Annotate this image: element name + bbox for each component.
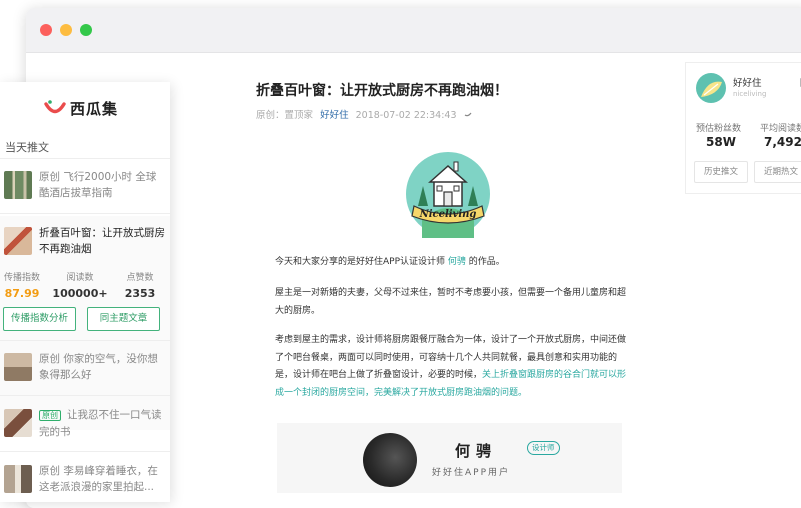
p1-text-after: 的作品。 — [468, 257, 505, 267]
niceliving-logo: Niceliving — [404, 150, 492, 238]
feed-item[interactable]: 原创 李易峰穿着睡衣，在这老派浪漫的家里拍起... — [0, 454, 170, 502]
feed-item[interactable]: 原创 让我忍不住一口气读完的书 — [0, 398, 170, 448]
article-title: 折叠百叶窗：让开放式厨房不再跑油烟！ — [256, 83, 508, 99]
history-posts-button[interactable]: 历史推文 — [694, 161, 748, 183]
feed-item-title: 原创 让我忍不住一口气读完的书 — [39, 407, 165, 440]
feed-thumbnail — [4, 227, 32, 255]
article-paragraph-3: 考虑到屋主的需求，设计师将厨房跟餐厅融合为一体，设计了一个开放式厨房，中间还做了… — [275, 332, 630, 402]
feed-item-title: 原创 李易峰穿着睡衣，在这老派浪漫的家里拍起... — [39, 465, 158, 493]
same-topic-button[interactable]: 同主题文章 — [87, 307, 160, 331]
feed-item-active[interactable]: 折叠百叶窗：让开放式厨房不再跑油烟 — [0, 216, 170, 266]
feed-item-title: 折叠百叶窗：让开放式厨房不再跑油烟 — [39, 227, 165, 255]
spread-stats: 传播指数 87.99 阅读数 100000+ 点赞数 2353 — [0, 270, 170, 312]
spread-index-stat: 传播指数 87.99 — [0, 270, 50, 300]
article-author-link[interactable]: 好好住 — [320, 110, 349, 121]
divider — [0, 158, 170, 159]
designer-name: 何骋 — [455, 442, 498, 460]
section-title: 当天推文 — [5, 141, 49, 154]
avg-read-value: 7,492 — [764, 135, 801, 149]
like-count-stat: 点赞数 2353 — [112, 270, 168, 300]
account-handle: niceliving — [733, 90, 767, 98]
xiguaji-logo[interactable]: 西瓜集 — [44, 96, 118, 120]
designer-avatar — [363, 433, 417, 487]
like-count-label: 点赞数 — [126, 273, 154, 283]
account-panel: 好好住 niceliving 日 预估粉丝数 58W 平均阅读数 7,492 历… — [685, 62, 801, 194]
feed-item[interactable]: 原创 你家的空气，没你想象得那么好 — [0, 342, 170, 392]
p1-text: 今天和大家分享的是好好住APP认证设计师 — [275, 257, 446, 267]
feed-thumbnail — [4, 465, 32, 493]
account-name: 好好住 — [733, 78, 762, 89]
meta-label: 置顶家 — [284, 110, 314, 121]
avg-read-label: 平均阅读数 — [760, 124, 801, 134]
fans-value: 58W — [706, 135, 736, 149]
feed-thumbnail — [4, 409, 32, 437]
article-paragraph-2: 屋主是一对新婚的夫妻，父母不过来住，暂时不考虑要小孩，但需要一个备用儿童房和超大… — [275, 288, 627, 316]
designer-link[interactable]: 何骋 — [448, 257, 466, 267]
fans-label: 预估粉丝数 — [696, 124, 742, 134]
minimize-window-button[interactable] — [60, 24, 72, 36]
watermelon-logo-icon — [44, 100, 66, 114]
read-count-value: 100000+ — [52, 287, 108, 300]
window-titlebar — [26, 8, 801, 53]
spread-index-value: 87.99 — [4, 287, 40, 300]
divider — [0, 213, 170, 214]
close-window-button[interactable] — [40, 24, 52, 36]
share-icon[interactable] — [464, 110, 472, 121]
feed-thumbnail — [4, 353, 32, 381]
divider — [0, 451, 170, 452]
designer-card[interactable]: 何骋 设计师 好好住APP用户 — [277, 423, 622, 493]
article-paragraph-1: 今天和大家分享的是好好住APP认证设计师 何骋 的作品。 — [275, 254, 630, 272]
logo-wordmark: Niceliving — [419, 209, 477, 220]
feed-item[interactable]: 原创 飞行2000小时 全球酷酒店拔草指南 — [0, 160, 170, 210]
feed-thumbnail — [4, 171, 32, 199]
article-date: 2018-07-02 22:34:43 — [355, 110, 457, 121]
read-count-label: 阅读数 — [66, 273, 94, 283]
sidebar: 西瓜集 当天推文 原创 飞行2000小时 全球酷酒店拔草指南 折叠百叶窗：让开放… — [0, 82, 170, 502]
logo-text: 西瓜集 — [70, 99, 119, 118]
designer-tag: 设计师 — [527, 441, 560, 455]
maximize-window-button[interactable] — [80, 24, 92, 36]
spread-index-label: 传播指数 — [3, 273, 40, 283]
designer-subtitle: 好好住APP用户 — [432, 468, 511, 478]
recent-hot-button[interactable]: 近期热文 — [754, 161, 801, 183]
original-badge: 原创 — [39, 410, 61, 421]
read-count-stat: 阅读数 100000+ — [52, 270, 108, 300]
like-count-value: 2353 — [124, 287, 156, 300]
feed-item-title: 原创 你家的空气，没你想象得那么好 — [39, 353, 158, 381]
account-avatar[interactable] — [696, 73, 726, 103]
divider — [0, 340, 170, 341]
divider — [0, 395, 170, 396]
article-meta: 原创：置顶家 好好住 2018-07-02 22:34:43 — [256, 107, 472, 121]
meta-prefix: 原创： — [256, 110, 285, 121]
feed-item-title: 原创 飞行2000小时 全球酷酒店拔草指南 — [39, 171, 157, 199]
spread-analysis-button[interactable]: 传播指数分析 — [3, 307, 76, 331]
